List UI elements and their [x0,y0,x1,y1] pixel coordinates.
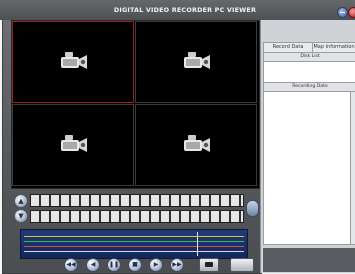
video-channel-3[interactable] [12,104,134,186]
pause-button[interactable]: ❚❚ [107,258,121,272]
video-channel-4[interactable] [135,104,257,186]
playhead[interactable] [197,232,198,256]
down-arrow-icon: ▼ [18,212,24,220]
pause-icon: ❚❚ [108,261,120,268]
camera-icon [61,52,87,69]
video-channel-2[interactable] [135,21,257,103]
right-panel-footer [263,248,355,272]
timeline-scroll-button[interactable] [246,200,259,217]
snapshot-button[interactable] [199,258,219,272]
timeline-down-button[interactable]: ▼ [14,209,28,223]
recording-date-scrollbar[interactable] [350,91,355,245]
close-button[interactable] [348,7,355,18]
video-grid [11,20,260,189]
stop-icon: ■ [132,261,138,268]
track-line-3 [24,246,244,247]
video-channel-1[interactable] [12,21,134,103]
fast-forward-icon: ▶▶ [172,261,182,268]
camera-icon [184,52,210,69]
track-line-2 [24,241,244,242]
play-reverse-icon: ◀ [90,261,96,268]
settings-button[interactable] [230,258,254,272]
play-reverse-button[interactable]: ◀ [86,258,100,272]
timeline-up-button[interactable]: ▲ [14,194,28,208]
recording-date-list[interactable] [263,91,351,245]
recording-track-panel[interactable] [20,229,248,259]
up-arrow-icon: ▲ [18,197,24,205]
timeline-hours-top[interactable] [30,194,244,207]
title-bar: DIGITAL VIDEO RECORDER PC VIEWER [0,0,355,20]
camera-icon [61,135,87,152]
play-icon: ▶ [153,261,159,268]
track-line-4 [24,251,244,252]
dvr-viewer-window: DIGITAL VIDEO RECORDER PC VIEWER ▲ ▼ ◀◀ … [0,0,355,274]
minimize-button[interactable] [337,7,348,18]
rewind-button[interactable]: ◀◀ [64,258,78,272]
fast-forward-button[interactable]: ▶▶ [170,258,184,272]
stop-button[interactable]: ■ [128,258,142,272]
right-panel: Record Data Map Information Disk List Re… [260,20,355,273]
play-button[interactable]: ▶ [149,258,163,272]
rewind-icon: ◀◀ [66,261,76,268]
app-title: DIGITAL VIDEO RECORDER PC VIEWER [113,6,257,14]
timeline-hours-bottom[interactable] [30,210,244,223]
track-line-1 [24,236,244,237]
camera-icon [184,135,210,152]
disk-list[interactable] [263,61,355,83]
